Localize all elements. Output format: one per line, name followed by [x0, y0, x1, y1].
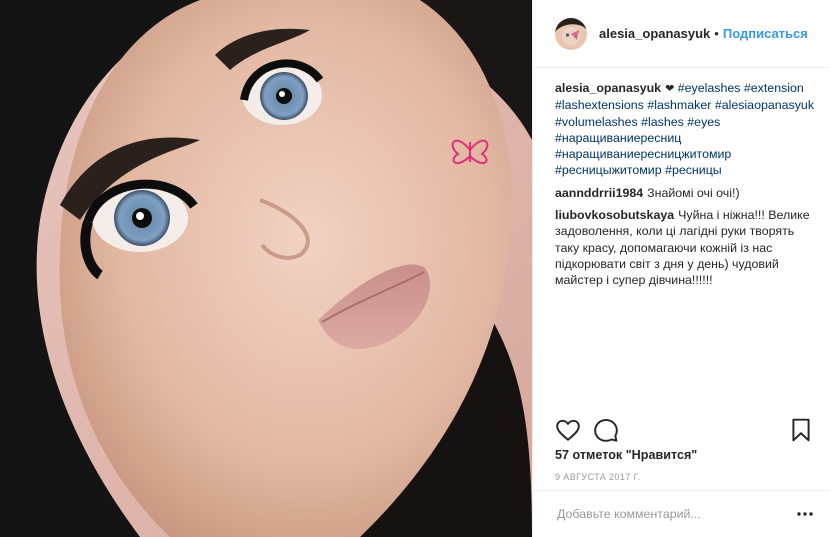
- bookmark-icon[interactable]: [788, 417, 814, 443]
- post-author-username[interactable]: alesia_opanasyuk: [599, 26, 710, 41]
- lash-portrait-photo: [0, 0, 532, 537]
- hashtag-link[interactable]: #наращиваниересницжитомир: [555, 147, 731, 161]
- likes-count[interactable]: 57 отметок "Нравится": [555, 448, 697, 462]
- add-comment-bar: [533, 490, 830, 537]
- comment-item: liubovkosobutskaya Чуйна і ніжна!!! Велик…: [555, 207, 816, 288]
- hashtag-link[interactable]: #lashextensions: [555, 98, 644, 112]
- hashtag-link[interactable]: #alesiaopanasyuk: [715, 98, 814, 112]
- header-separator: •: [714, 26, 719, 41]
- post-photo[interactable]: [0, 0, 532, 537]
- hashtag-link[interactable]: #extension: [744, 81, 804, 95]
- more-dots-icon[interactable]: [796, 511, 814, 517]
- post-view: alesia_opanasyuk • Подписаться alesia_op…: [0, 0, 831, 537]
- comments-list: alesia_opanasyuk ❤ #eyelashes #extension …: [533, 68, 830, 400]
- caption-hashtags: #eyelashes #extension #lashextensions #l…: [555, 81, 814, 177]
- hashtag-link[interactable]: #eyes: [687, 115, 720, 129]
- comment-text: Знайомі очі очі!): [647, 185, 740, 200]
- heart-icon[interactable]: [555, 417, 581, 443]
- hashtag-link[interactable]: #eyelashes: [678, 81, 741, 95]
- post-header: alesia_opanasyuk • Подписаться: [533, 0, 830, 68]
- comment-icon[interactable]: [593, 417, 619, 443]
- post-date[interactable]: 9 АВГУСТА 2017 Г.: [555, 472, 641, 482]
- follow-button[interactable]: Подписаться: [723, 26, 808, 41]
- caption: alesia_opanasyuk ❤ #eyelashes #extension …: [555, 80, 816, 179]
- profile-avatar[interactable]: [555, 17, 587, 50]
- hashtag-link[interactable]: #ресницы: [665, 163, 722, 177]
- comment-username[interactable]: aannddrrii1984: [555, 186, 643, 200]
- comment-item: aannddrrii1984 Знайомі очі очі!): [555, 185, 816, 201]
- hashtag-link[interactable]: #volumelashes: [555, 115, 638, 129]
- caption-username[interactable]: alesia_opanasyuk: [555, 81, 661, 95]
- comment-username[interactable]: liubovkosobutskaya: [555, 208, 674, 222]
- hashtag-link[interactable]: #наращиваниересниц: [555, 131, 681, 145]
- comment-input[interactable]: [555, 506, 796, 522]
- hashtag-link[interactable]: #lashes: [641, 115, 684, 129]
- hashtag-link[interactable]: #ресницыжитомир: [555, 163, 662, 177]
- post-actions: [555, 416, 814, 444]
- heart-emoji-icon: ❤: [665, 83, 675, 95]
- post-sidebar: alesia_opanasyuk • Подписаться alesia_op…: [532, 0, 830, 537]
- avatar-image: [555, 17, 587, 50]
- hashtag-link[interactable]: #lashmaker: [647, 98, 711, 112]
